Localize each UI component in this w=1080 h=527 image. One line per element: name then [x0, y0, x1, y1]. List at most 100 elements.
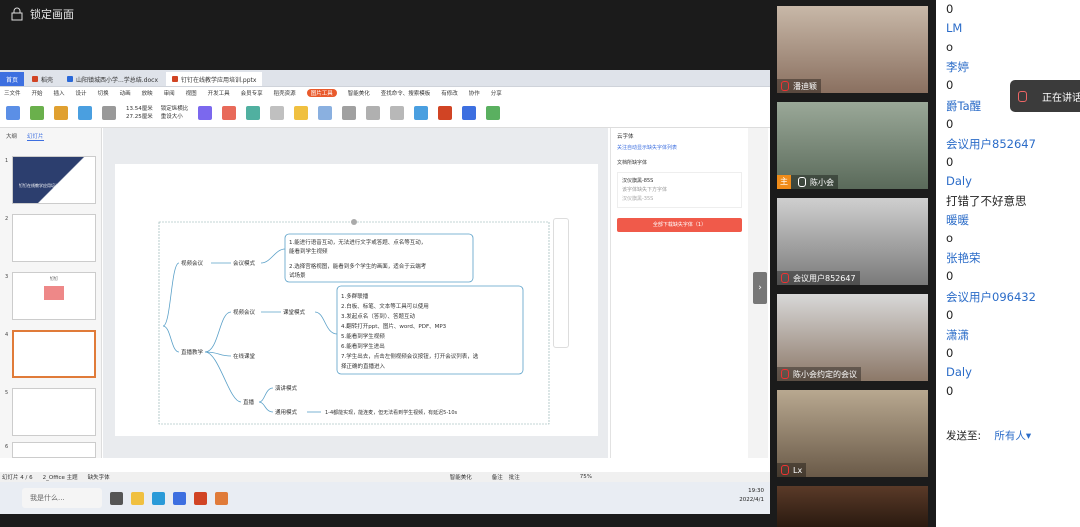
node-live: 直播	[243, 398, 255, 406]
missing-font-link[interactable]: 关注自动显示缺失字体列表	[611, 144, 748, 151]
slide-thumb-6[interactable]	[12, 442, 96, 458]
comment-button[interactable]: 批注	[509, 473, 520, 481]
menu-item[interactable]: 开发工具	[208, 89, 230, 97]
chat-message: 0	[946, 384, 954, 398]
menu-item[interactable]: 视图	[186, 89, 197, 97]
beautify-button[interactable]: 智能美化	[450, 473, 472, 481]
video-tile[interactable]: 潘迪颖	[777, 6, 928, 93]
to-text-icon[interactable]	[462, 105, 477, 120]
menu-item[interactable]: 动画	[120, 89, 131, 97]
collapse-panel-button[interactable]: ›	[753, 272, 767, 304]
reset-style-icon[interactable]	[318, 105, 333, 120]
collab-button[interactable]: 协作	[469, 89, 480, 97]
replace-picture-icon[interactable]	[30, 105, 44, 120]
tab-docx[interactable]: 山阳镇城西小学...学总结.docx	[61, 72, 164, 86]
lock-screen-bar[interactable]: 锁定画面	[0, 0, 770, 28]
batch-icon[interactable]	[414, 105, 429, 120]
menu-item[interactable]: 稻壳资源	[274, 89, 296, 97]
height-field[interactable]: 27.25厘米	[126, 113, 153, 121]
wps-icon[interactable]	[194, 491, 207, 505]
color-icon[interactable]	[270, 105, 285, 120]
font-card[interactable]: 汉仪旗黑-85S 该字体缺失下方字体 汉仪旗黑-35S	[617, 172, 742, 208]
edge-icon[interactable]	[152, 491, 165, 505]
folder-icon[interactable]	[131, 491, 144, 505]
participant-name-bar: 会议用户852647	[777, 271, 860, 285]
chat-message: 0	[946, 269, 954, 284]
zoom-level[interactable]: 75%	[580, 474, 592, 480]
collage-icon[interactable]	[222, 105, 237, 120]
to-pdf-icon[interactable]	[438, 105, 453, 120]
slide-thumb-image	[44, 286, 64, 300]
remove-bg-icon[interactable]	[102, 105, 116, 120]
tab-slides[interactable]: 幻灯片	[27, 132, 44, 141]
slide-thumb-1[interactable]: 钉钉在线教学应用培训	[12, 156, 96, 204]
lock-ratio-checkbox[interactable]: 锁定纵横比	[161, 105, 189, 113]
chat-sender: LM	[946, 21, 963, 36]
app-icon[interactable]	[215, 491, 228, 505]
menu-item[interactable]: 切换	[98, 89, 109, 97]
slide-number: 4	[5, 332, 9, 338]
windows-taskbar: 我是什么... 19:30 2022/4/1	[0, 482, 770, 514]
width-field[interactable]: 13.54厘米	[126, 105, 153, 113]
chat-message: o	[946, 40, 954, 55]
chat-sender: Daly	[946, 364, 972, 379]
share-button[interactable]: 分享	[491, 89, 502, 97]
video-tile[interactable]: 会议用户852647	[777, 198, 928, 285]
size-fields[interactable]: 13.54厘米 27.25厘米	[126, 105, 153, 121]
slide-thumb-3[interactable]: 钉钉	[12, 272, 96, 320]
video-tile[interactable]	[777, 486, 928, 527]
ppt-icon	[172, 76, 178, 82]
menu-item[interactable]: 开始	[32, 89, 43, 97]
picture-design-icon[interactable]	[198, 105, 213, 120]
effects-icon[interactable]	[294, 105, 309, 120]
command-search[interactable]: 查找命令、搜索模板	[381, 89, 431, 97]
send-backward-icon[interactable]	[390, 105, 405, 120]
tab-pptx[interactable]: 钉钉在线教学应用培训.pptx	[166, 72, 263, 86]
sharpen-icon[interactable]	[78, 105, 92, 120]
panel-title: 云字体	[617, 134, 634, 140]
tab-docer[interactable]: 稻壳	[26, 72, 59, 86]
rotate-handle-icon[interactable]	[351, 219, 357, 225]
chat-sender: Daly	[946, 173, 972, 188]
task-view-icon[interactable]	[110, 491, 123, 505]
reset-size-button[interactable]: 重设大小	[161, 113, 189, 121]
send-target-select[interactable]: 所有人▾	[994, 430, 1031, 442]
slide-thumb-2[interactable]	[12, 214, 96, 262]
video-tile[interactable]: 陈小会约定的会议	[777, 294, 928, 381]
menu-item-picture-tools[interactable]: 图片工具	[306, 88, 337, 97]
slide-thumb-4[interactable]	[12, 330, 96, 378]
slide-thumb-5[interactable]	[12, 388, 96, 436]
participant-name: 陈小会	[810, 177, 834, 187]
classroom-text-line: 5.能看到学生视频	[341, 332, 385, 340]
notes-button[interactable]: 备注	[492, 473, 503, 481]
taskbar-search[interactable]: 我是什么...	[22, 488, 102, 508]
docer-icon	[32, 76, 39, 82]
dingtalk-icon[interactable]	[173, 491, 186, 505]
missing-font-status[interactable]: 缺失字体	[88, 473, 110, 481]
download-fonts-button[interactable]: 全部下载缺失字体（1）	[617, 218, 742, 232]
tab-home[interactable]: 首页	[0, 72, 25, 86]
menu-item[interactable]: 放映	[142, 89, 153, 97]
node-classroom-mode: 课堂模式	[283, 308, 306, 316]
bring-forward-icon[interactable]	[366, 105, 381, 120]
video-tile[interactable]: 主 陈小会	[777, 102, 928, 189]
menu-item[interactable]: 智能美化	[348, 89, 370, 97]
insert-picture-icon[interactable]	[6, 105, 20, 120]
compress-icon[interactable]	[54, 105, 68, 120]
floating-toolbar[interactable]	[553, 218, 569, 348]
participant-video-list: 潘迪颖 主 陈小会 会议用户852647 陈小会约定的会议 Lx	[774, 0, 934, 527]
menu-item[interactable]: 插入	[54, 89, 65, 97]
chat-sender: 会议用户096432	[946, 289, 1036, 304]
slide-canvas[interactable]: 视频会议 会议模式 1.能进行语音互动，无法进行文字或答题、点名等互动， 能看到…	[115, 164, 598, 436]
menu-item[interactable]: 审阅	[164, 89, 175, 97]
translate-icon[interactable]	[486, 105, 501, 120]
tab-outline[interactable]: 大纲	[6, 132, 17, 141]
menu-item[interactable]: 三文件	[4, 89, 21, 97]
video-tile[interactable]: Lx	[777, 390, 928, 477]
mindmap: 视频会议 会议模式 1.能进行语音互动，无法进行文字或答题、点名等互动， 能看到…	[158, 219, 550, 425]
transparent-color-icon[interactable]	[246, 105, 261, 120]
slide-number: 3	[5, 274, 9, 280]
menu-item[interactable]: 设计	[76, 89, 87, 97]
menu-item[interactable]: 会员专享	[241, 89, 263, 97]
group-icon[interactable]	[342, 105, 357, 120]
